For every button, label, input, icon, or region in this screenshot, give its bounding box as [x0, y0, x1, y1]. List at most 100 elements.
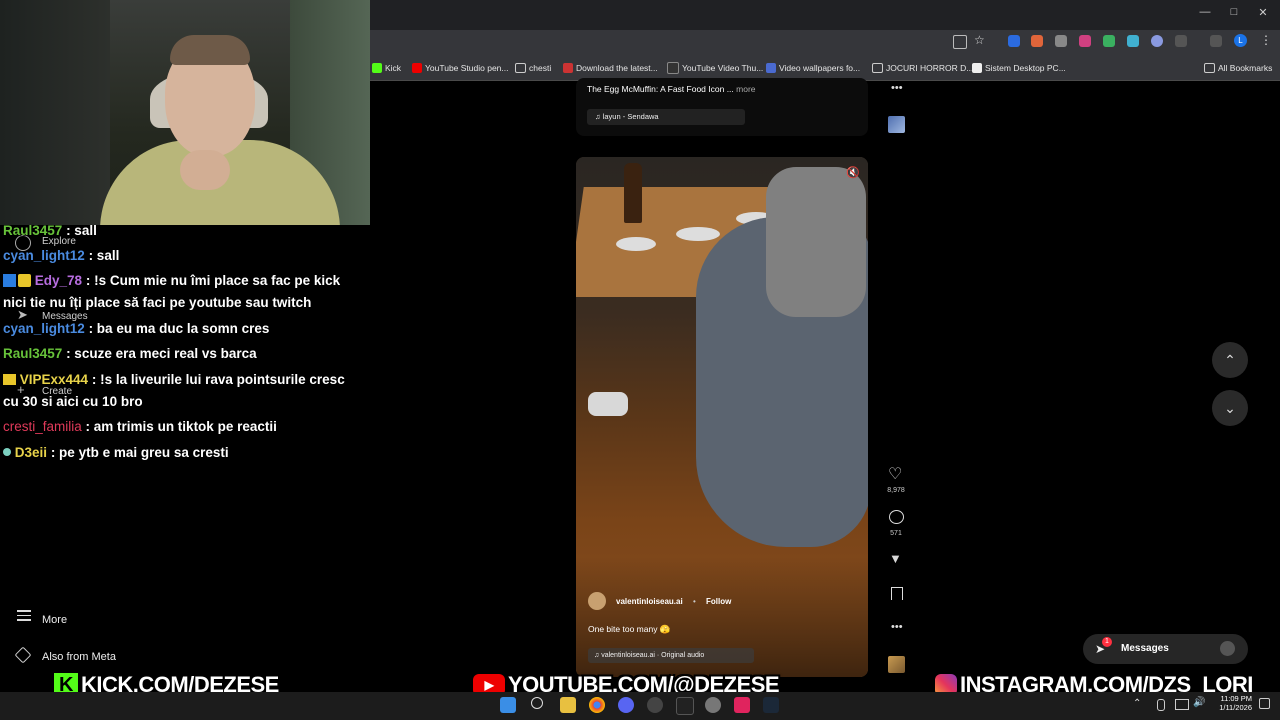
- taskbar-clock[interactable]: 11:09 PM 1/11/2026: [1210, 694, 1252, 712]
- chat-username: cyan_light12: [3, 248, 85, 263]
- person-hair: [170, 35, 250, 65]
- webcam-overlay: [0, 0, 370, 225]
- chat-text: : !s la liveurile lui rava pointsurile c…: [91, 372, 345, 387]
- page-icon: [972, 63, 982, 73]
- chat-message: cyan_light12 : ba eu ma duc la somn cres: [3, 321, 269, 336]
- youtube-icon: [412, 63, 422, 73]
- audio-thumbnail[interactable]: [888, 656, 905, 673]
- meta-icon[interactable]: [14, 646, 32, 664]
- audio-thumbnail[interactable]: [888, 116, 905, 133]
- minimize-icon[interactable]: —: [1190, 6, 1220, 22]
- chat-message: Raul3457 : sall: [3, 223, 97, 238]
- extension-icon[interactable]: [1103, 35, 1115, 47]
- next-reel-button[interactable]: ⌄: [1212, 390, 1248, 426]
- profile-avatar[interactable]: L: [1234, 34, 1247, 47]
- chat-username: Edy_78: [34, 273, 83, 288]
- messages-badge: 1: [1102, 637, 1112, 647]
- bookmark-folder-chesti[interactable]: chesti: [515, 61, 551, 75]
- previous-reel: The Egg McMuffin: A Fast Food Icon ... m…: [576, 78, 868, 136]
- microphone-icon[interactable]: [1157, 699, 1165, 711]
- bookmark-kick[interactable]: Kick: [372, 61, 401, 75]
- obs-icon[interactable]: [647, 697, 663, 713]
- tray-chevron-icon[interactable]: ⌃: [1133, 698, 1141, 709]
- video-person-top: [766, 167, 866, 317]
- bookmark-youtube-studio[interactable]: YouTube Studio pen...: [412, 61, 509, 75]
- terminal-icon[interactable]: [676, 697, 694, 715]
- network-icon[interactable]: [1175, 699, 1189, 710]
- bookmarks-bar: Kick YouTube Studio pen... chesti Downlo…: [370, 54, 1280, 81]
- chat-message: D3eii : pe ytb e mai greu sa cresti: [3, 445, 229, 460]
- extension-icon[interactable]: [1079, 35, 1091, 47]
- like-icon[interactable]: ♡: [888, 464, 902, 484]
- chat-text: : sall: [88, 248, 120, 263]
- mute-icon[interactable]: 🔇: [846, 166, 860, 179]
- follow-button[interactable]: Follow: [706, 597, 731, 606]
- creator-username[interactable]: valentinloiseau.ai: [616, 597, 683, 606]
- previous-reel-button[interactable]: ⌃: [1212, 342, 1248, 378]
- video-plate: [616, 237, 656, 251]
- hamburger-menu-icon[interactable]: [17, 610, 31, 621]
- discord-icon[interactable]: [618, 697, 634, 713]
- chat-text: : pe ytb e mai greu sa cresti: [50, 445, 229, 460]
- maximize-icon[interactable]: □: [1219, 6, 1249, 22]
- settings-icon[interactable]: [705, 697, 721, 713]
- bookmark-video-wallpapers[interactable]: Video wallpapers fo...: [766, 61, 860, 75]
- previous-reel-audio[interactable]: ♫ layun - Sendawa: [587, 109, 745, 125]
- messages-floating-button[interactable]: ➤ 1 Messages: [1083, 634, 1248, 664]
- chat-message: cyan_light12 : sall: [3, 248, 119, 263]
- file-explorer-icon[interactable]: [560, 697, 576, 713]
- chat-message: cresti_familia : am trimis un tiktok pe …: [3, 419, 277, 434]
- close-icon[interactable]: ✕: [1248, 6, 1278, 22]
- reel-video[interactable]: 🔇 valentinloiseau.ai • Follow One bite t…: [576, 157, 868, 677]
- folder-icon: [515, 63, 526, 73]
- like-count: 8,978: [887, 487, 905, 494]
- video-bottle: [624, 163, 642, 223]
- chrome-icon[interactable]: [589, 697, 605, 713]
- page-icon: [766, 63, 776, 73]
- bookmark-folder-jocuri[interactable]: JOCURI HORROR D...: [872, 61, 973, 75]
- sidebar-item-more[interactable]: More: [42, 614, 67, 626]
- comment-icon[interactable]: [889, 510, 904, 524]
- page-icon: [667, 62, 679, 74]
- extension-icon[interactable]: [1031, 35, 1043, 47]
- install-app-icon[interactable]: [953, 35, 967, 49]
- chat-text-continued: nici tie nu îți place să faci pe youtube…: [3, 295, 312, 310]
- bookmark-download[interactable]: Download the latest...: [563, 61, 658, 75]
- sidebar-item-also-from-meta[interactable]: Also from Meta: [42, 651, 116, 663]
- messages-label: Messages: [1121, 643, 1169, 654]
- taskbar-date: 1/11/2026: [1219, 703, 1252, 712]
- extension-icon[interactable]: [1055, 35, 1067, 47]
- more-options-icon[interactable]: •••: [891, 621, 903, 633]
- menu-dots-icon[interactable]: ⋮: [1260, 33, 1272, 47]
- chat-username: cyan_light12: [3, 321, 85, 336]
- steam-icon[interactable]: [763, 697, 779, 713]
- reel-audio[interactable]: ♫ valentinloiseau.ai · Original audio: [588, 648, 754, 663]
- chevron-down-icon: ⌄: [1224, 400, 1236, 416]
- volume-icon[interactable]: 🔊: [1193, 697, 1205, 708]
- previous-reel-caption: The Egg McMuffin: A Fast Food Icon ... m…: [587, 84, 756, 94]
- bookmark-youtube-thumb[interactable]: YouTube Video Thu...: [667, 61, 763, 75]
- chat-username: Raul3457: [3, 346, 63, 361]
- extension-icon[interactable]: [1127, 35, 1139, 47]
- chevron-up-icon: ⌃: [1224, 352, 1236, 368]
- star-icon[interactable]: ☆: [974, 33, 985, 47]
- creator-avatar[interactable]: [588, 592, 606, 610]
- extension-icon[interactable]: [1151, 35, 1163, 47]
- more-link[interactable]: more: [736, 84, 755, 94]
- music-note-icon: ♫: [595, 112, 601, 121]
- save-icon[interactable]: [891, 587, 903, 600]
- tiktok-icon[interactable]: [734, 697, 750, 713]
- more-options-icon[interactable]: •••: [891, 82, 903, 94]
- video-feet: [588, 392, 628, 416]
- start-icon[interactable]: [500, 697, 516, 713]
- folder-icon: [1204, 63, 1215, 73]
- chat-text: : am trimis un tiktok pe reactii: [85, 419, 277, 434]
- bookmark-sistem-desktop[interactable]: Sistem Desktop PC...: [972, 61, 1066, 75]
- share-icon[interactable]: ▼: [889, 551, 902, 566]
- search-icon[interactable]: [531, 697, 543, 709]
- all-bookmarks[interactable]: All Bookmarks: [1204, 61, 1272, 75]
- extension-icon[interactable]: [1008, 35, 1020, 47]
- extensions-puzzle-icon[interactable]: [1175, 35, 1187, 47]
- notification-icon[interactable]: [1259, 698, 1270, 709]
- sidebar-icon[interactable]: [1210, 35, 1222, 47]
